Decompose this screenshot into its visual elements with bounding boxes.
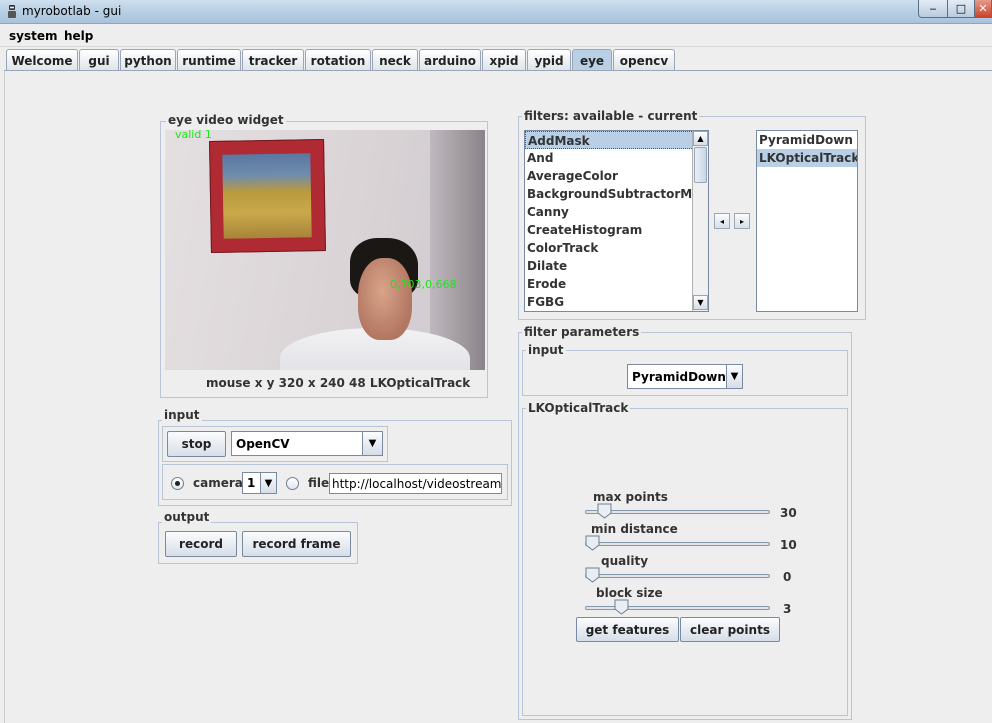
scroll-up-icon[interactable]: ▲ — [693, 131, 708, 146]
tab-bar: Welcome gui python runtime tracker rotat… — [4, 49, 992, 71]
output-group-label: output — [162, 510, 212, 524]
move-right-button[interactable]: ▸ — [734, 213, 750, 229]
filter-parameters-label: filter parameters — [522, 325, 642, 339]
filter-input-select[interactable]: PyramidDown ▼ — [627, 364, 743, 389]
quality-value: 0 — [783, 570, 792, 584]
scroll-down-icon[interactable]: ▼ — [693, 295, 708, 310]
list-item[interactable]: PyramidDown — [757, 131, 857, 149]
filter-input-value: PyramidDown — [632, 369, 726, 384]
video-caption: mouse x y 320 x 240 48 LKOpticalTrack — [206, 376, 471, 390]
source-select[interactable]: OpenCV ▼ — [231, 431, 383, 456]
record-button[interactable]: record — [165, 531, 237, 557]
chevron-down-icon: ▼ — [725, 365, 742, 388]
list-item[interactable]: ColorTrack — [525, 239, 708, 257]
app-icon — [8, 5, 16, 18]
file-label: file — [308, 476, 330, 490]
lk-optical-track-group — [522, 408, 848, 716]
camera-radio[interactable] — [171, 477, 184, 490]
tab-runtime[interactable]: runtime — [177, 49, 241, 71]
video-door — [430, 130, 485, 370]
min-distance-label: min distance — [591, 522, 678, 536]
tab-eye[interactable]: eye — [572, 49, 612, 71]
painting — [222, 153, 312, 239]
menu-system[interactable]: system — [9, 29, 58, 43]
filter-input-label: input — [526, 343, 566, 357]
record-frame-button[interactable]: record frame — [242, 531, 351, 557]
filters-group-label: filters: available - current — [522, 109, 700, 123]
video-feed[interactable]: valid 1 0,703,0,668 — [165, 130, 485, 370]
list-item[interactable]: CreateHistogram — [525, 221, 708, 239]
tab-opencv[interactable]: opencv — [613, 49, 675, 71]
camera-index-select[interactable]: 1 ▼ — [242, 472, 277, 494]
available-filters-list[interactable]: AddMask And AverageColor BackgroundSubtr… — [524, 130, 709, 312]
min-distance-value: 10 — [780, 538, 797, 552]
camera-label: camera — [193, 476, 243, 490]
chevron-down-icon: ▼ — [260, 473, 276, 493]
available-filters-scrollbar[interactable]: ▲ ▼ — [692, 131, 708, 311]
list-item[interactable]: BackgroundSubtractorMOG2 — [525, 185, 708, 203]
chevron-down-icon: ▼ — [362, 432, 382, 455]
quality-label: quality — [601, 554, 649, 568]
block-size-track[interactable] — [585, 606, 770, 610]
quality-slider[interactable] — [585, 567, 600, 583]
block-size-value: 3 — [783, 602, 792, 616]
file-url-input[interactable]: http://localhost/videostream.cgi — [329, 473, 502, 494]
person-face — [358, 258, 412, 340]
input-group-label: input — [162, 408, 202, 422]
tab-rotation[interactable]: rotation — [305, 49, 371, 71]
min-distance-slider[interactable] — [585, 535, 600, 551]
list-item[interactable]: Dilate — [525, 257, 708, 275]
video-overlay-point: 0,703,0,668 — [390, 278, 457, 291]
max-points-track[interactable] — [585, 510, 770, 514]
list-item[interactable]: Canny — [525, 203, 708, 221]
source-select-value: OpenCV — [236, 436, 290, 451]
video-overlay-status: valid 1 — [175, 130, 212, 141]
max-points-label: max points — [593, 490, 668, 504]
tab-arduino[interactable]: arduino — [419, 49, 481, 71]
current-filters-list[interactable]: PyramidDown LKOpticalTrack — [756, 130, 858, 312]
title-bar: myrobotlab - gui ‒ □ ✕ — [0, 0, 992, 24]
video-widget-label: eye video widget — [166, 113, 286, 127]
window-title: myrobotlab - gui — [22, 4, 122, 18]
close-button[interactable]: ✕ — [974, 0, 992, 18]
camera-index-value: 1 — [247, 476, 256, 490]
minimize-button[interactable]: ‒ — [918, 0, 948, 18]
list-item[interactable]: AverageColor — [525, 167, 708, 185]
lk-optical-track-label: LKOpticalTrack — [526, 401, 631, 415]
list-item[interactable]: Erode — [525, 275, 708, 293]
list-item[interactable]: And — [525, 149, 708, 167]
max-points-value: 30 — [780, 506, 797, 520]
menu-bar: system help — [0, 25, 992, 47]
get-features-button[interactable]: get features — [576, 617, 679, 642]
list-item[interactable]: FGBG — [525, 293, 708, 311]
clear-points-button[interactable]: clear points — [680, 617, 780, 642]
quality-track[interactable] — [585, 574, 770, 578]
tab-xpid[interactable]: xpid — [482, 49, 526, 71]
stop-button[interactable]: stop — [167, 431, 226, 457]
tab-python[interactable]: python — [120, 49, 176, 71]
file-radio[interactable] — [286, 477, 299, 490]
min-distance-track[interactable] — [585, 542, 770, 546]
list-item[interactable]: AddMask — [525, 131, 708, 149]
tab-gui[interactable]: gui — [79, 49, 119, 71]
menu-help[interactable]: help — [64, 29, 93, 43]
tab-neck[interactable]: neck — [372, 49, 418, 71]
block-size-label: block size — [596, 586, 663, 600]
tab-tracker[interactable]: tracker — [242, 49, 304, 71]
scroll-thumb[interactable] — [694, 147, 707, 183]
maximize-button[interactable]: □ — [947, 0, 975, 18]
block-size-slider[interactable] — [614, 599, 629, 615]
tab-ypid[interactable]: ypid — [527, 49, 571, 71]
move-left-button[interactable]: ◂ — [714, 213, 730, 229]
tab-welcome[interactable]: Welcome — [6, 49, 78, 71]
list-item[interactable]: LKOpticalTrack — [757, 149, 857, 167]
max-points-slider[interactable] — [597, 503, 612, 519]
